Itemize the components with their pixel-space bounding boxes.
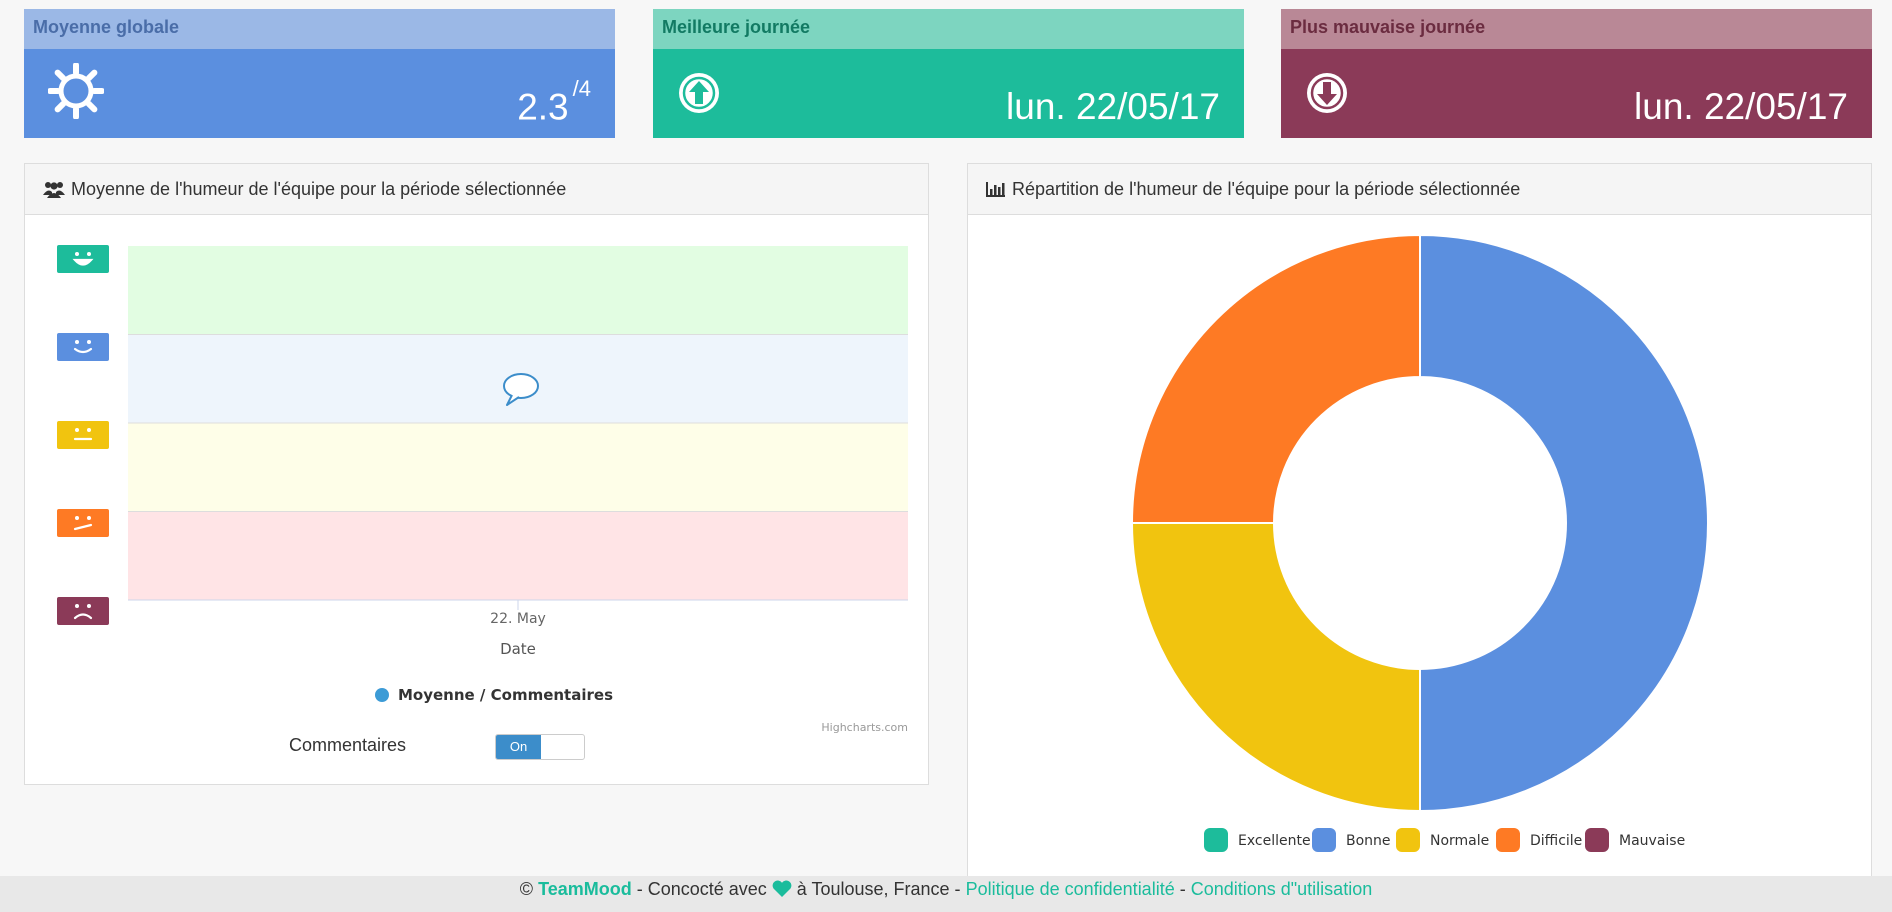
stat-card: Moyenne globale 2.3/4 <box>24 9 615 138</box>
panel-header: Répartition de l'humeur de l'équipe pour… <box>968 164 1871 215</box>
footer: © TeamMood - Concocté avec à Toulouse, F… <box>0 876 1892 912</box>
panel-title: Moyenne de l'humeur de l'équipe pour la … <box>71 179 567 199</box>
donut-slice-difficile[interactable] <box>1130 233 1421 524</box>
privacy-link[interactable]: Politique de confidentialité <box>966 879 1175 899</box>
stat-card-body: lun. 22/05/17 <box>1281 49 1872 138</box>
stat-card: Plus mauvaise journée lun. 22/05/17 <box>1281 9 1872 138</box>
mood-bonne-icon <box>57 333 109 361</box>
mood-normale-icon <box>57 421 109 449</box>
highcharts-credit[interactable]: Highcharts.com <box>821 721 908 734</box>
stat-card-value: 2.3/4 <box>517 75 591 127</box>
mood-distribution-panel: Répartition de l'humeur de l'équipe pour… <box>967 163 1872 876</box>
mood-band-normale <box>128 423 908 512</box>
legend-item-bonne[interactable]: Bonne <box>1312 828 1391 852</box>
x-tick-label: 22. May <box>490 611 546 627</box>
bar-chart-icon <box>986 182 1005 197</box>
footer-text: - Concocté avec <box>631 879 772 899</box>
comments-label: Commentaires <box>289 735 407 755</box>
toggle-on-label: On <box>496 735 541 759</box>
stat-card-suffix: /4 <box>572 75 591 101</box>
legend-item-difficile[interactable]: Difficile <box>1496 828 1582 852</box>
panel-header: Moyenne de l'humeur de l'équipe pour la … <box>25 164 928 215</box>
users-icon <box>43 182 65 198</box>
donut-slice-normale[interactable] <box>1130 522 1421 813</box>
heart-icon <box>772 880 792 897</box>
stat-card-title: Plus mauvaise journée <box>1281 9 1872 49</box>
comments-toggle[interactable]: On <box>495 734 585 760</box>
chart-legend-item[interactable]: Moyenne / Commentaires <box>375 686 613 704</box>
mood-average-panel: Moyenne de l'humeur de l'équipe pour la … <box>24 163 929 785</box>
arrow-down-circle-icon <box>1305 63 1361 119</box>
brand-link[interactable]: TeamMood <box>538 879 632 899</box>
footer-location: à Toulouse, France - <box>791 879 966 899</box>
svg-text:Normale: Normale <box>1430 833 1489 849</box>
arrow-up-circle-icon <box>677 63 733 119</box>
mood-band-excellente <box>128 246 908 335</box>
stat-card: Meilleure journée lun. 22/05/17 <box>653 9 1244 138</box>
donut-slice-bonne[interactable] <box>1419 233 1709 813</box>
panel-title: Répartition de l'humeur de l'équipe pour… <box>1012 179 1521 199</box>
terms-link[interactable]: Conditions d"utilisation <box>1191 879 1373 899</box>
svg-text:Bonne: Bonne <box>1346 833 1391 849</box>
mood-mauvaise-icon <box>57 597 109 625</box>
stat-card-body: lun. 22/05/17 <box>653 49 1244 138</box>
mood-band-mauvaise <box>128 511 908 600</box>
legend-item-excellente[interactable]: Excellente <box>1204 828 1311 852</box>
legend-item-mauvaise[interactable]: Mauvaise <box>1585 828 1685 852</box>
mood-donut-chart: Excellente Bonne Normale Difficile Mauvaise <box>1130 233 1709 852</box>
legend-item-normale[interactable]: Normale <box>1396 828 1489 852</box>
stat-card-title: Moyenne globale <box>24 9 615 49</box>
svg-text:Moyenne / Commentaires: Moyenne / Commentaires <box>398 686 613 704</box>
stat-card-value: lun. 22/05/17 <box>1634 86 1848 127</box>
mood-difficile-icon <box>57 509 109 537</box>
stat-card-title: Meilleure journée <box>653 9 1244 49</box>
footer-separator: - <box>1174 879 1191 899</box>
mood-line-chart: 22. May Date Moyenne / Commentaires Highcha… <box>57 245 908 734</box>
stat-card-value: lun. 22/05/17 <box>1006 86 1220 127</box>
svg-text:Difficile: Difficile <box>1530 833 1582 849</box>
svg-text:Excellente: Excellente <box>1238 833 1311 849</box>
copyright-symbol: © <box>519 879 534 899</box>
mood-excellente-icon <box>57 245 109 273</box>
stat-card-body: 2.3/4 <box>24 49 615 138</box>
x-axis-label: Date <box>500 640 536 658</box>
svg-text:Mauvaise: Mauvaise <box>1619 833 1685 849</box>
sun-icon <box>47 62 105 120</box>
